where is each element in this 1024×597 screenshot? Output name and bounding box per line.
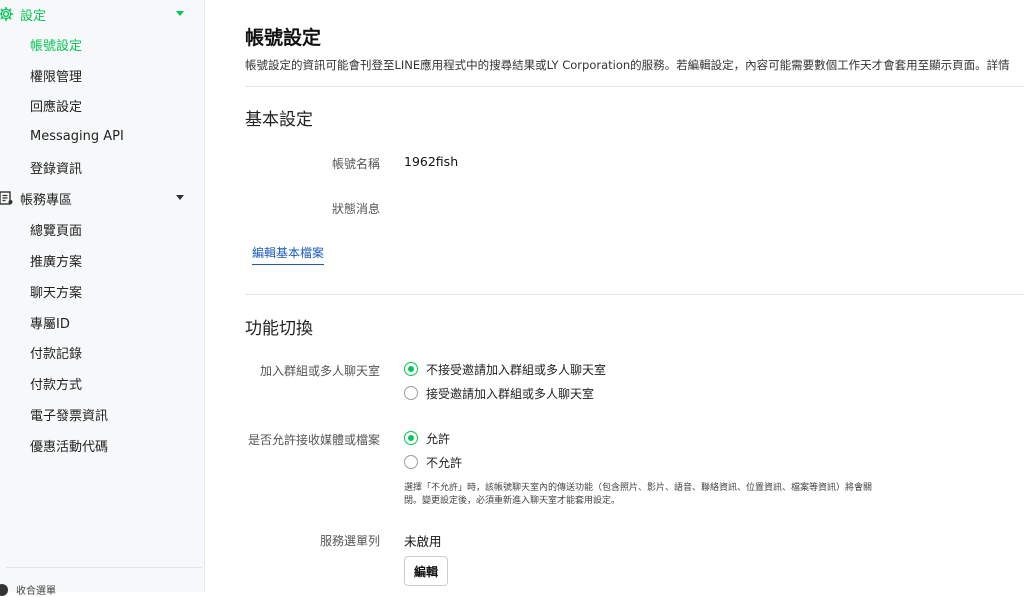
radio-checked-icon [404, 362, 418, 376]
radio-label: 允許 [426, 431, 451, 446]
collapse-menu-label: 收合選單 [16, 586, 56, 597]
gear-icon [0, 6, 14, 22]
media-permission-label: 是否允許接收媒體或檔案 [247, 433, 380, 447]
radio-label: 接受邀請加入群組或多人聊天室 [426, 386, 595, 401]
sidebar-item-overview[interactable]: 總覽頁面 [0, 215, 205, 243]
sidebar-section-label: 帳務專區 [20, 192, 73, 208]
divider [245, 294, 1024, 295]
radio-allow-media[interactable]: 允許 [404, 429, 450, 447]
collapse-icon [0, 583, 8, 596]
sidebar-item-messaging-api[interactable]: Messaging API [0, 122, 205, 150]
sidebar-item-permissions[interactable]: 權限管理 [0, 61, 205, 89]
service-menu-label: 服務選單列 [319, 534, 380, 548]
edit-basic-profile-link[interactable]: 編輯基本檔案 [252, 244, 325, 265]
radio-checked-icon [404, 431, 418, 445]
radio-label: 不允許 [426, 455, 463, 470]
sidebar-item-premium-id[interactable]: 專屬ID [0, 308, 205, 336]
section-title-features: 功能切換 [245, 319, 313, 339]
sidebar-item-promotion-plan[interactable]: 推廣方案 [0, 246, 205, 274]
sidebar: 設定 帳號設定 權限管理 回應設定 Messaging API 登錄資訊 帳務專… [0, 0, 205, 597]
edit-service-menu-button[interactable]: 編輯 [404, 556, 448, 586]
section-title-basic: 基本設定 [245, 110, 313, 130]
sidebar-section-settings[interactable]: 設定 [0, 0, 205, 28]
service-menu-value: 未啟用 [404, 534, 442, 549]
radio-disallow-media[interactable]: 不允許 [404, 453, 462, 471]
sidebar-item-coupon-code[interactable]: 優惠活動代碼 [0, 431, 205, 459]
radio-unchecked-icon [404, 455, 418, 469]
sidebar-section-label: 設定 [20, 8, 47, 24]
sidebar-item-payment-history[interactable]: 付款記錄 [0, 338, 205, 366]
radio-accept-group-invite[interactable]: 接受邀請加入群組或多人聊天室 [404, 384, 594, 402]
sidebar-item-response-settings[interactable]: 回應設定 [0, 91, 205, 119]
sidebar-item-registration-info[interactable]: 登錄資訊 [0, 153, 205, 181]
radio-unchecked-icon [404, 386, 418, 400]
collapse-menu-button[interactable]: 收合選單 [0, 582, 56, 597]
sidebar-item-account-settings[interactable]: 帳號設定 [0, 30, 205, 58]
status-message-label: 狀態消息 [331, 202, 380, 216]
sidebar-item-e-invoice[interactable]: 電子發票資訊 [0, 400, 205, 428]
chevron-down-icon [176, 11, 184, 16]
receipt-icon [0, 191, 13, 205]
sidebar-section-billing[interactable]: 帳務專區 [0, 184, 205, 212]
main-content: 帳號設定 帳號設定的資訊可能會刊登至LINE應用程式中的搜尋結果或LY Corp… [206, 0, 1024, 592]
page-description: 帳號設定的資訊可能會刊登至LINE應用程式中的搜尋結果或LY Corporati… [245, 58, 1010, 72]
sidebar-item-chat-plan[interactable]: 聊天方案 [0, 277, 205, 305]
account-name-label: 帳號名稱 [331, 157, 380, 171]
media-note: 選擇「不允許」時，該帳號聊天室內的傳送功能（包含照片、影片、語音、聯絡資訊、位置… [404, 483, 873, 506]
group-invite-label: 加入群組或多人聊天室 [259, 364, 380, 378]
sidebar-divider [6, 567, 202, 568]
page-title: 帳號設定 [245, 27, 322, 49]
divider [245, 86, 1024, 87]
sidebar-item-payment-method[interactable]: 付款方式 [0, 369, 205, 397]
account-name-value: 1962fish [404, 154, 459, 169]
chevron-down-icon [176, 195, 184, 200]
radio-label: 不接受邀請加入群組或多人聊天室 [426, 362, 607, 377]
radio-reject-group-invite[interactable]: 不接受邀請加入群組或多人聊天室 [404, 360, 606, 378]
